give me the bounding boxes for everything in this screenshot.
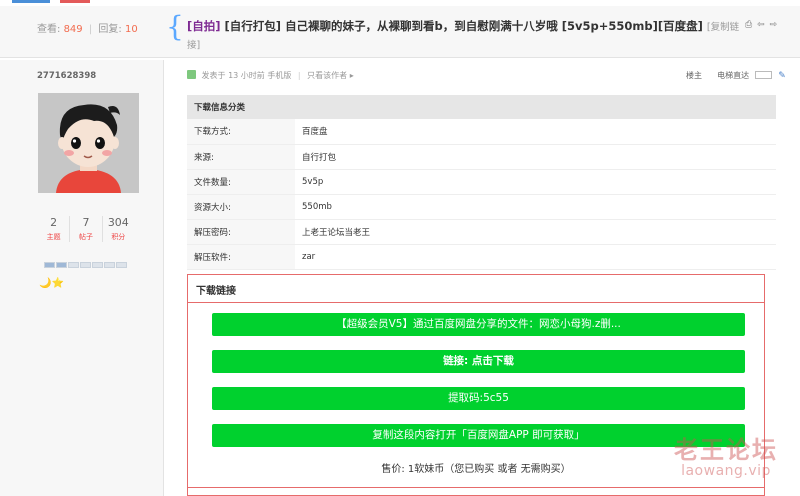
stat-points-value: 304 <box>107 216 129 229</box>
author-stats: 2 主题 7 帖子 304 积分 <box>38 216 134 242</box>
top-tab-red[interactable] <box>60 0 90 3</box>
stat-points[interactable]: 304 积分 <box>101 216 134 242</box>
download-box-bottom-divider <box>188 487 764 488</box>
download-box-divider <box>188 302 764 303</box>
info-value: 上老王论坛当老王 <box>302 227 371 238</box>
table-row: 解压软件: zar <box>187 244 776 269</box>
info-table-header: 下载信息分类 <box>187 95 776 119</box>
info-key: 文件数量: <box>187 169 295 194</box>
table-row: 文件数量: 5v5p <box>187 169 776 194</box>
post-time: 发表于 13 小时前 手机版 <box>201 71 292 80</box>
title-tag-pack[interactable]: [自行打包] <box>225 19 282 33</box>
stat-threads-value: 2 <box>50 216 58 229</box>
replies-label: 回复: <box>98 24 122 35</box>
info-value: 自行打包 <box>302 152 337 163</box>
avatar[interactable] <box>38 93 139 193</box>
next-thread-icon[interactable]: ⇨ <box>770 20 779 30</box>
info-value: 550mb <box>302 201 332 212</box>
share-file-button[interactable]: 【超级会员V5】通过百度网盘分享的文件：网恋小母狗.z删... <box>212 313 745 336</box>
top-tab-blue[interactable] <box>12 0 50 3</box>
level-progress-bar <box>44 262 130 270</box>
extract-code-button[interactable]: 提取码:5c55 <box>212 387 745 410</box>
info-value: 5v5p <box>302 176 324 187</box>
info-key: 下载方式: <box>187 119 295 144</box>
top-tab-strip <box>0 0 800 4</box>
views-count: 849 <box>63 24 83 35</box>
post-floor-tools: 楼主 电梯直达 ✎ <box>686 70 786 81</box>
download-link-button[interactable]: 链接: 点击下载 <box>212 350 745 373</box>
wrench-icon[interactable]: ✎ <box>778 71 786 81</box>
meta-separator: | <box>297 71 301 80</box>
download-info-table: 下载信息分类 下载方式: 百度盘 来源: 自行打包 文件数量: 5v5p 资源大… <box>187 95 776 270</box>
thread-stats: 查看: 849 | 回复: 10 <box>37 20 138 35</box>
stat-threads[interactable]: 2 主题 <box>38 216 69 242</box>
title-brace-decoration: { <box>166 10 184 43</box>
mobile-post-icon <box>187 70 196 79</box>
stat-posts[interactable]: 7 帖子 <box>69 216 101 242</box>
info-value: zar <box>302 251 316 262</box>
download-box-title: 下载链接 <box>196 286 236 297</box>
thread-title: [自拍] [自行打包] 自己裸聊的妹子，从裸聊到看b，到自慰刚满十八岁哦 [5v… <box>187 18 747 54</box>
thread-header: 查看: 849 | 回复: 10 { [自拍] [自行打包] 自己裸聊的妹子，从… <box>0 6 800 58</box>
watermark-en: laowang.vip <box>681 463 771 479</box>
title-action-icons: ⎙ ⇦ ⇨ <box>745 20 778 30</box>
author-sidebar: 2771628398 2 主题 7 帖子 304 积分 🌙⭐ <box>0 60 164 496</box>
table-row: 来源: 自行打包 <box>187 144 776 169</box>
stats-separator: | <box>88 24 93 35</box>
elevator-label: 电梯直达 <box>717 71 750 80</box>
medal-icons[interactable]: 🌙⭐ <box>39 278 64 289</box>
prev-thread-icon[interactable]: ⇦ <box>757 20 766 30</box>
table-row: 下载方式: 百度盘 <box>187 119 776 144</box>
author-username[interactable]: 2771628398 <box>37 71 96 81</box>
stat-posts-label: 帖子 <box>78 233 93 241</box>
info-key: 解压软件: <box>187 244 295 269</box>
info-key: 解压密码: <box>187 219 295 244</box>
floor-label: 楼主 <box>686 71 702 80</box>
views-label: 查看: <box>37 24 61 35</box>
info-key: 资源大小: <box>187 194 295 219</box>
stat-points-label: 积分 <box>111 233 126 241</box>
post-meta: 发表于 13 小时前 手机版 | 只看该作者 ▸ <box>187 70 354 81</box>
table-row: 资源大小: 550mb <box>187 194 776 219</box>
title-tag-selfie[interactable]: [自拍] <box>187 19 221 33</box>
watermark-cn: 老王论坛 <box>674 436 778 464</box>
info-key: 来源: <box>187 144 295 169</box>
only-author-link[interactable]: 只看该作者 ▸ <box>307 71 354 80</box>
elevator-input[interactable] <box>754 71 772 79</box>
print-icon[interactable]: ⎙ <box>745 20 753 30</box>
stat-posts-value: 7 <box>82 216 90 229</box>
stat-threads-label: 主题 <box>46 233 61 241</box>
replies-count: 10 <box>124 24 138 35</box>
avatar-cartoon-icon <box>38 93 139 193</box>
info-value: 百度盘 <box>302 127 328 138</box>
title-text: 自己裸聊的妹子，从裸聊到看b，到自慰刚满十八岁哦 [5v5p+550mb][百度… <box>285 19 703 33</box>
site-watermark: 老王论坛 laowang.vip <box>666 437 786 479</box>
table-row: 解压密码: 上老王论坛当老王 <box>187 219 776 244</box>
